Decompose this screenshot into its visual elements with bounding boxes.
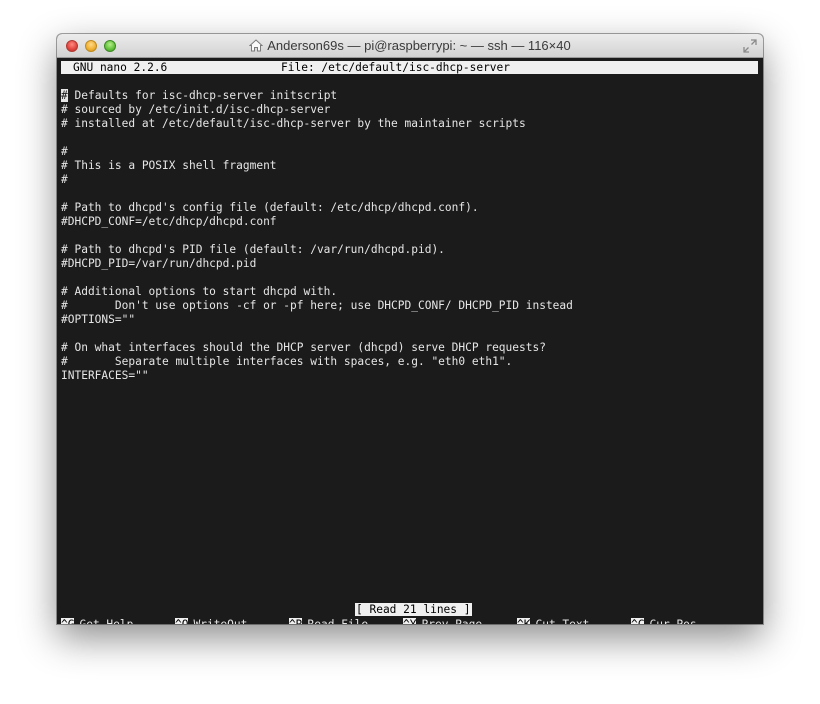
shortcut-key: ^C <box>631 618 645 624</box>
editor-line[interactable] <box>61 327 573 341</box>
shortcut-label: Get Help <box>79 618 133 624</box>
terminal-window: Anderson69s — pi@raspberrypi: ~ — ssh — … <box>57 34 763 624</box>
editor-line[interactable]: # Defaults for isc-dhcp-server initscrip… <box>61 89 573 103</box>
shortcut-key: ^Y <box>403 618 417 624</box>
window-title: Anderson69s — pi@raspberrypi: ~ — ssh — … <box>267 38 571 53</box>
fullscreen-icon[interactable] <box>743 39 757 58</box>
shortcut-item: ^Y Prev Page <box>403 618 482 624</box>
editor-line[interactable]: # Don't use options -cf or -pf here; use… <box>61 299 573 313</box>
shortcut-key: ^R <box>289 618 303 624</box>
status-message: [ Read 21 lines ] <box>355 603 472 616</box>
editor-line[interactable] <box>61 187 573 201</box>
shortcut-item: ^C Cur Pos <box>631 618 697 624</box>
shortcut-label: WriteOut <box>193 618 247 624</box>
nano-version: GNU nano 2.2.6 <box>73 61 168 74</box>
window-title-area: Anderson69s — pi@raspberrypi: ~ — ssh — … <box>57 34 763 58</box>
editor-line[interactable]: # On what interfaces should the DHCP ser… <box>61 341 573 355</box>
editor-line[interactable]: # Path to dhcpd's config file (default: … <box>61 201 573 215</box>
nano-header-bar: GNU nano 2.2.6 File: /etc/default/isc-dh… <box>61 61 758 74</box>
editor-line[interactable] <box>61 131 573 145</box>
shortcut-label: Cur Pos <box>649 618 696 624</box>
editor-line[interactable]: # Additional options to start dhcpd with… <box>61 285 573 299</box>
editor-line[interactable] <box>61 271 573 285</box>
editor-line[interactable]: # Path to dhcpd's PID file (default: /va… <box>61 243 573 257</box>
editor-line[interactable]: # This is a POSIX shell fragment <box>61 159 573 173</box>
editor-text-area[interactable]: # Defaults for isc-dhcp-server initscrip… <box>61 89 573 383</box>
editor-line[interactable]: #DHCPD_CONF=/etc/dhcp/dhcpd.conf <box>61 215 573 229</box>
shortcut-label: Cut Text <box>535 618 589 624</box>
editor-line[interactable]: # <box>61 173 573 187</box>
shortcut-item: ^O WriteOut <box>175 618 247 624</box>
terminal-content[interactable]: GNU nano 2.2.6 File: /etc/default/isc-dh… <box>57 58 763 624</box>
nano-file-name: File: /etc/default/isc-dhcp-server <box>281 61 511 74</box>
shortcut-key: ^K <box>517 618 531 624</box>
shortcut-item: ^K Cut Text <box>517 618 589 624</box>
editor-line[interactable]: #OPTIONS="" <box>61 313 573 327</box>
editor-line[interactable]: # <box>61 145 573 159</box>
shortcut-item: ^G Get Help <box>61 618 133 624</box>
editor-line[interactable]: # Separate multiple interfaces with spac… <box>61 355 573 369</box>
home-icon <box>248 36 264 60</box>
text-cursor: # <box>61 89 68 102</box>
shortcut-label: Read File <box>307 618 368 624</box>
shortcut-label: Prev Page <box>421 618 482 624</box>
editor-line[interactable]: INTERFACES="" <box>61 369 573 383</box>
shortcut-item: ^R Read File <box>289 618 368 624</box>
shortcut-key: ^G <box>61 618 75 624</box>
editor-line[interactable] <box>61 229 573 243</box>
title-bar[interactable]: Anderson69s — pi@raspberrypi: ~ — ssh — … <box>57 34 763 58</box>
editor-line[interactable]: # installed at /etc/default/isc-dhcp-ser… <box>61 117 573 131</box>
shortcut-key: ^O <box>175 618 189 624</box>
editor-line[interactable]: # sourced by /etc/init.d/isc-dhcp-server <box>61 103 573 117</box>
editor-line[interactable]: #DHCPD_PID=/var/run/dhcpd.pid <box>61 257 573 271</box>
